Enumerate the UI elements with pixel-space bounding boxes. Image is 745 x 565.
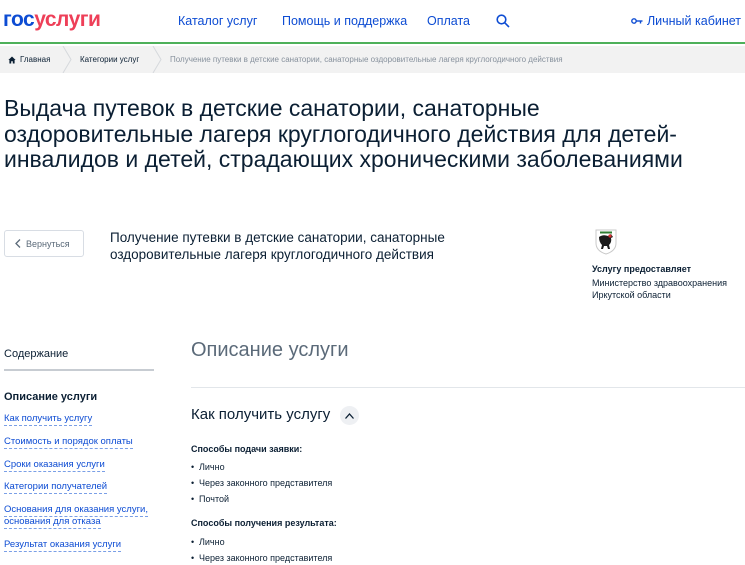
- personal-cabinet-link[interactable]: Личный кабинет: [631, 14, 741, 28]
- gosuslugi-logo[interactable]: госуслуги: [3, 8, 101, 32]
- breadcrumb-home-label: Главная: [20, 55, 51, 64]
- nav-help[interactable]: Помощь и поддержка: [282, 14, 407, 28]
- provider-label: Услугу предоставляет: [592, 264, 692, 274]
- breadcrumb-separator: [62, 46, 72, 73]
- back-button[interactable]: Вернуться: [4, 230, 84, 257]
- toc-heading: Содержание: [4, 348, 69, 360]
- section-divider: [191, 387, 745, 388]
- back-button-label: Вернуться: [26, 238, 70, 249]
- nav-catalog[interactable]: Каталог услуг: [178, 14, 257, 28]
- home-icon: [8, 56, 16, 63]
- breadcrumb: Главная Категории услуг Получение путевк…: [0, 46, 745, 73]
- toc-link-result[interactable]: Результат оказания услуги: [4, 539, 122, 552]
- nav-payment[interactable]: Оплата: [427, 14, 470, 28]
- section-title: Описание услуги: [191, 339, 349, 361]
- submit-methods-label: Способы подачи заявки:: [191, 444, 303, 454]
- provider-name: Министерство здравоохранения Иркутской о…: [592, 278, 727, 300]
- toc-divider: [4, 369, 154, 371]
- toc-link-recipients[interactable]: Категории получателей: [4, 481, 108, 494]
- list-item: Через законного представителя: [191, 553, 332, 563]
- list-item: Через законного представителя: [191, 478, 332, 488]
- toc-link-cost[interactable]: Стоимость и порядок оплаты: [4, 436, 133, 449]
- collapse-button[interactable]: [340, 406, 359, 425]
- logo-part-uslugi: услуги: [34, 8, 101, 31]
- result-methods-label: Способы получения результата:: [191, 518, 337, 528]
- breadcrumb-home[interactable]: Главная: [8, 46, 50, 73]
- breadcrumb-categories[interactable]: Категории услуг: [80, 46, 139, 73]
- search-icon[interactable]: [496, 14, 510, 28]
- top-header: госуслуги Каталог услуг Помощь и поддерж…: [0, 0, 745, 44]
- list-item: Лично: [191, 537, 224, 547]
- breadcrumb-current: Получение путевки в детские санатории, с…: [170, 55, 563, 64]
- breadcrumb-separator: [152, 46, 162, 73]
- list-item: Почтой: [191, 494, 229, 504]
- toc-link-how-to-get[interactable]: Как получить услугу: [4, 413, 93, 426]
- list-item: Лично: [191, 462, 224, 472]
- logo-part-gos: гос: [3, 8, 35, 31]
- toc-link-grounds-refusal[interactable]: основания для отказа: [4, 516, 101, 529]
- service-subtitle: Получение путевки в детские санатории, с…: [110, 230, 445, 262]
- chevron-left-icon: [15, 239, 21, 248]
- coat-of-arms-icon: [595, 229, 617, 255]
- how-to-get-heading[interactable]: Как получить услугу: [191, 406, 330, 423]
- toc-item-description[interactable]: Описание услуги: [4, 391, 97, 403]
- page-title: Выдача путевок в детские санатории, сана…: [4, 95, 683, 172]
- chevron-up-icon: [345, 412, 354, 419]
- key-icon: [631, 18, 643, 24]
- cabinet-label: Личный кабинет: [646, 14, 741, 28]
- toc-link-terms[interactable]: Сроки оказания услуги: [4, 459, 105, 472]
